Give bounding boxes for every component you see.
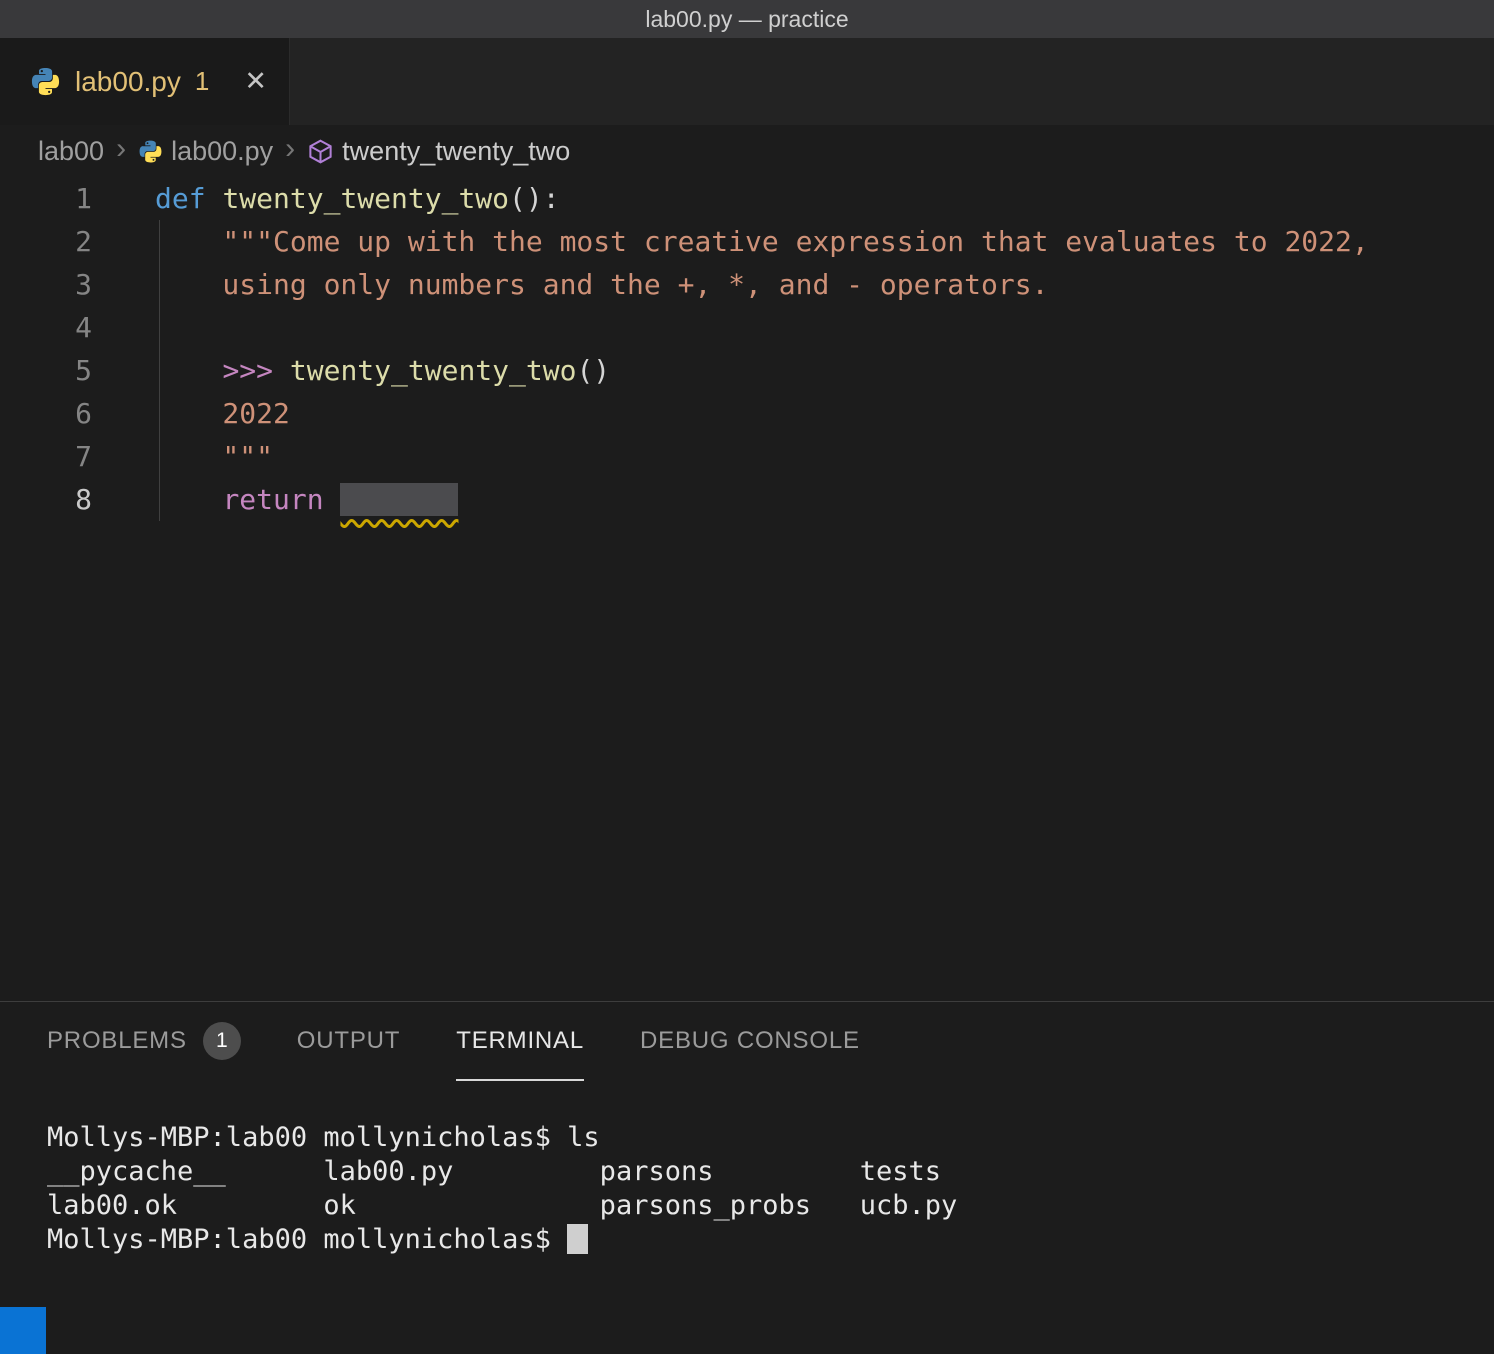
code-token: return <box>222 483 323 516</box>
code-token: >>> <box>222 354 289 387</box>
code-token: () <box>576 354 610 387</box>
bottom-panel: PROBLEMS 1 OUTPUT TERMINAL DEBUG CONSOLE… <box>0 1001 1494 1354</box>
code-token: 2022 <box>155 397 290 430</box>
breadcrumb-symbol[interactable]: twenty_twenty_two <box>342 136 570 167</box>
code-text: >>> twenty_twenty_two() <box>155 354 610 387</box>
tab-lab00-py[interactable]: lab00.py 1 ✕ <box>0 38 290 125</box>
code-token: using only numbers and the +, *, and - o… <box>155 268 1048 301</box>
tab-output[interactable]: OUTPUT <box>297 1002 400 1081</box>
tab-problems[interactable]: PROBLEMS 1 <box>47 1002 241 1081</box>
titlebar[interactable]: lab00.py — practice <box>0 0 1494 38</box>
chevron-right-icon: › <box>285 132 295 166</box>
terminal-line: Mollys-MBP:lab00 mollynicholas$ <box>47 1223 1494 1258</box>
code-line[interactable]: 7 """ <box>0 435 1494 478</box>
code-line[interactable]: 3 using only numbers and the +, *, and -… <box>0 263 1494 306</box>
problems-count-badge: 1 <box>203 1022 241 1060</box>
code-line[interactable]: 6 2022 <box>0 392 1494 435</box>
breadcrumb-folder[interactable]: lab00 <box>38 136 104 167</box>
code-line[interactable]: 5 >>> twenty_twenty_two() <box>0 349 1494 392</box>
panel-tab-label: PROBLEMS <box>47 1027 187 1055</box>
code-text: 2022 <box>155 397 290 430</box>
terminal-line: lab00.ok ok parsons_probs ucb.py <box>47 1189 1494 1223</box>
line-number: 6 <box>0 397 92 430</box>
panel-tab-label: OUTPUT <box>297 1027 400 1055</box>
terminal-line: __pycache__ lab00.py parsons tests <box>47 1155 1494 1189</box>
line-number: 2 <box>0 225 92 258</box>
line-number: 3 <box>0 268 92 301</box>
line-number: 7 <box>0 440 92 473</box>
line-number: 4 <box>0 311 92 344</box>
code-line[interactable]: 1 def twenty_twenty_two(): <box>0 177 1494 220</box>
line-number: 5 <box>0 354 92 387</box>
code-token <box>155 483 222 516</box>
code-token <box>206 182 223 215</box>
code-text: """Come up with the most creative expres… <box>155 225 1369 258</box>
code-editor[interactable]: 1def twenty_twenty_two():2 """Come up wi… <box>0 177 1494 1001</box>
code-token: """ <box>155 440 273 473</box>
code-token: """Come up with the most creative expres… <box>155 225 1369 258</box>
code-token: twenty_twenty_two <box>290 354 577 387</box>
terminal-line: Mollys-MBP:lab00 mollynicholas$ ls <box>47 1121 1494 1155</box>
tab-bar: lab00.py 1 ✕ <box>0 38 1494 125</box>
panel-tab-bar: PROBLEMS 1 OUTPUT TERMINAL DEBUG CONSOLE <box>0 1002 1494 1081</box>
terminal-cursor <box>567 1224 588 1254</box>
code-line[interactable]: 4 <box>0 306 1494 349</box>
code-line[interactable]: 2 """Come up with the most creative expr… <box>0 220 1494 263</box>
panel-tab-label: TERMINAL <box>456 1027 584 1055</box>
line-number: 8 <box>0 483 92 516</box>
warning-squiggle-selection <box>340 483 458 516</box>
code-lines: 1def twenty_twenty_two():2 """Come up wi… <box>0 177 1494 521</box>
tab-problem-count: 1 <box>195 66 209 97</box>
tab-terminal[interactable]: TERMINAL <box>456 1002 584 1081</box>
symbol-method-icon <box>307 138 334 165</box>
chevron-right-icon: › <box>116 132 126 166</box>
tab-label: lab00.py <box>75 66 181 98</box>
code-line[interactable]: 8 return <box>0 478 1494 521</box>
vscode-window: lab00.py — practice lab00.py 1 ✕ lab00 ›… <box>0 0 1494 1354</box>
breadcrumb-file[interactable]: lab00.py <box>171 136 273 167</box>
code-token <box>324 483 341 516</box>
indent-guide <box>159 220 160 521</box>
code-text: """ <box>155 440 273 473</box>
python-icon <box>138 139 163 164</box>
code-text: return <box>155 483 458 516</box>
code-token: twenty_twenty_two <box>222 182 509 215</box>
panel-tab-label: DEBUG CONSOLE <box>640 1027 860 1055</box>
python-icon <box>30 66 61 97</box>
tab-debug-console[interactable]: DEBUG CONSOLE <box>640 1002 860 1081</box>
window-title: lab00.py — practice <box>645 6 848 33</box>
remote-indicator[interactable] <box>0 1307 46 1354</box>
code-text: using only numbers and the +, *, and - o… <box>155 268 1048 301</box>
code-token <box>155 354 222 387</box>
code-token: def <box>155 182 206 215</box>
breadcrumb: lab00 › lab00.py › twenty_twenty_two <box>0 125 1494 177</box>
terminal-output[interactable]: Mollys-MBP:lab00 mollynicholas$ ls__pyca… <box>0 1121 1494 1258</box>
line-number: 1 <box>0 182 92 215</box>
close-icon[interactable]: ✕ <box>244 66 267 97</box>
code-text: def twenty_twenty_two(): <box>155 182 560 215</box>
code-token: (): <box>509 182 560 215</box>
